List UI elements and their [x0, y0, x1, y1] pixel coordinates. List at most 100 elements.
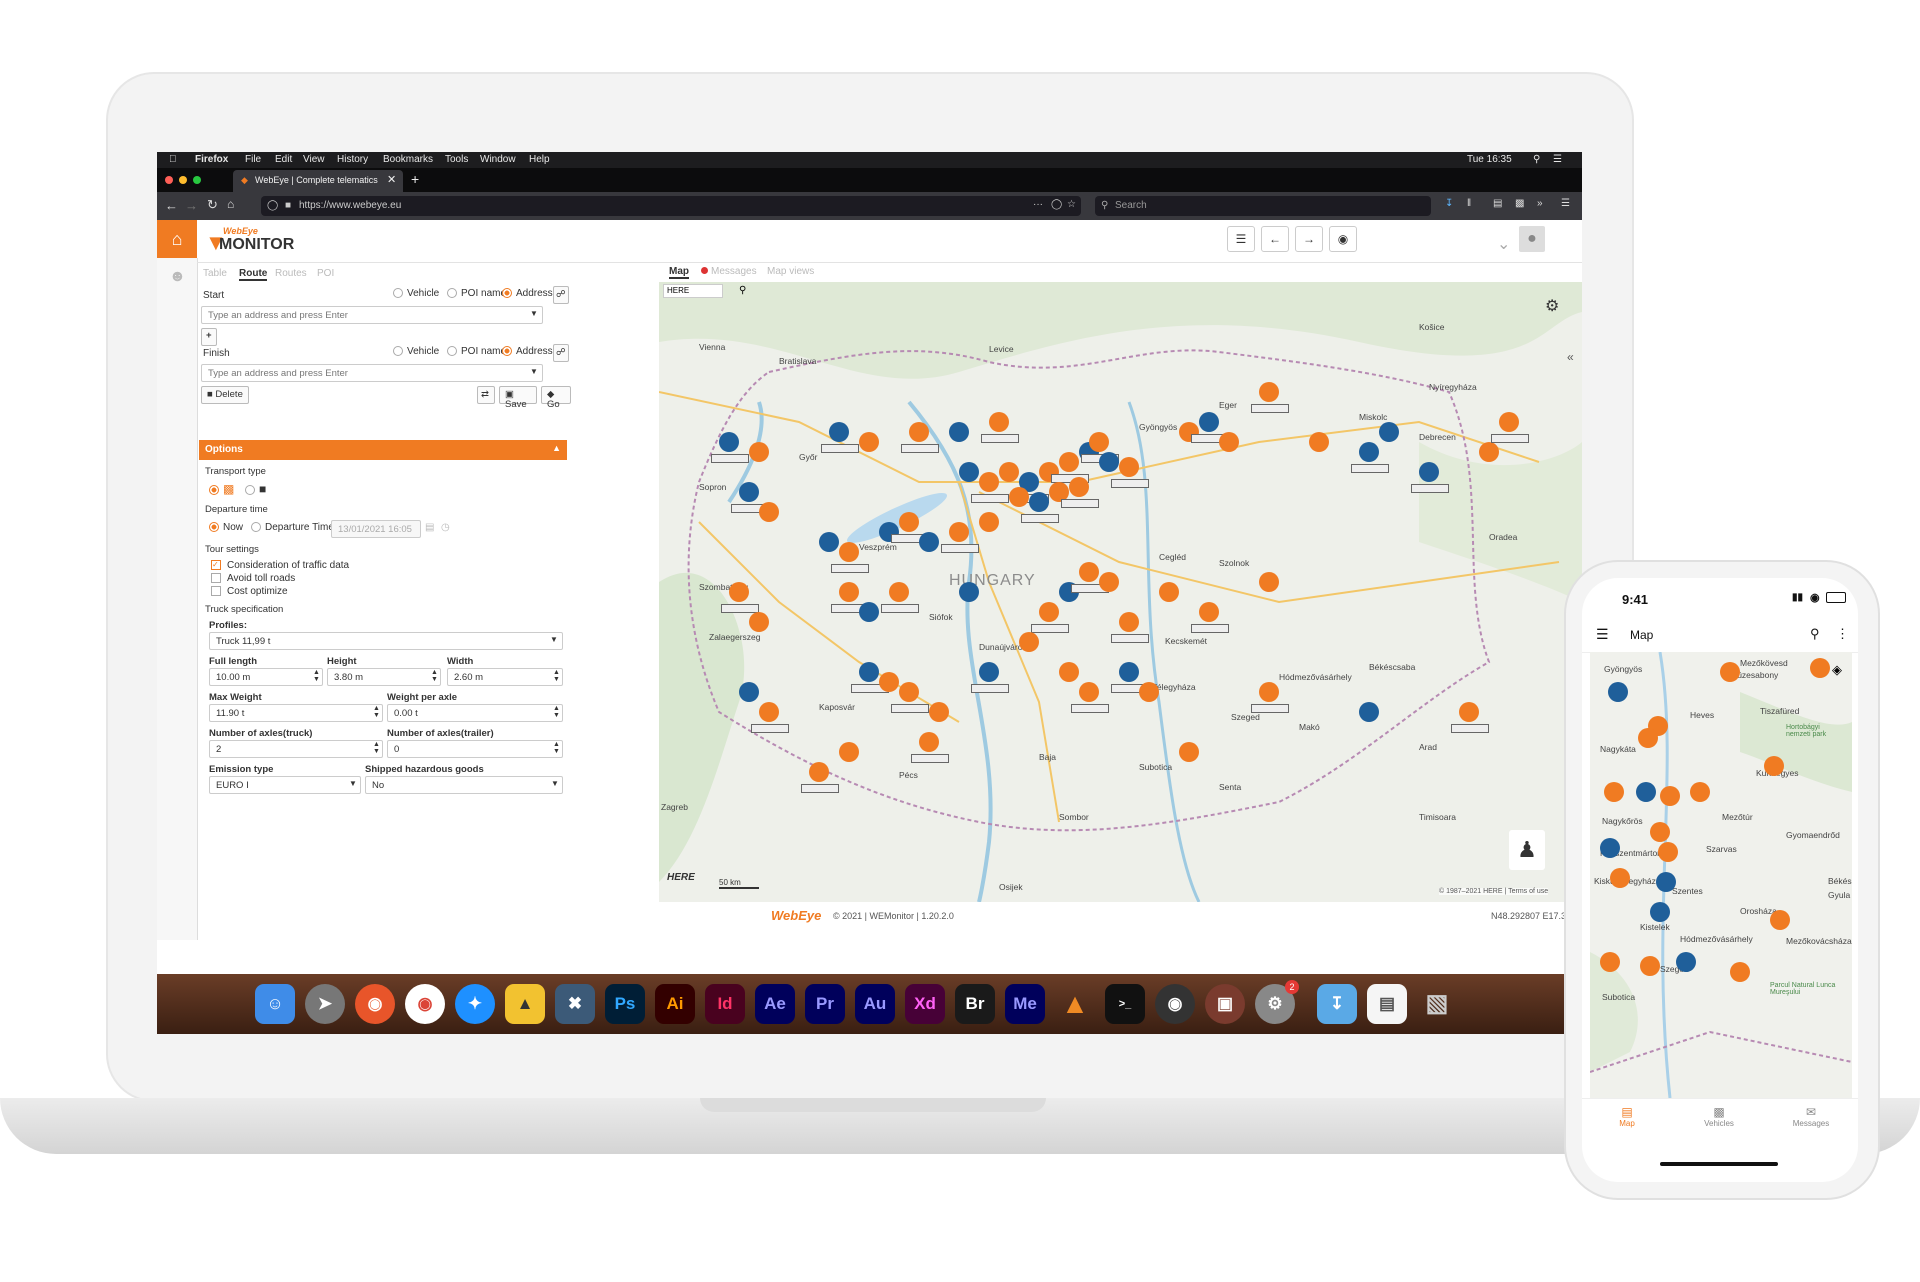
after-effects-icon[interactable]: Ae	[755, 984, 795, 1024]
vehicle-marker-icon[interactable]	[1309, 432, 1329, 452]
vehicle-label-tag[interactable]	[1021, 514, 1059, 523]
safari-icon[interactable]: ✦	[455, 984, 495, 1024]
menu-view[interactable]: View	[303, 154, 325, 165]
finish-radio-vehicle[interactable]: Vehicle	[393, 346, 439, 357]
downloads-folder-icon[interactable]: ↧	[1317, 984, 1357, 1024]
browser-tab[interactable]: ◆ WebEye | Complete telematics ✕	[233, 170, 403, 192]
phone-vehicle-marker-icon[interactable]	[1604, 782, 1624, 802]
finder-icon[interactable]: ☺	[255, 984, 295, 1024]
apple-icon[interactable]: 	[169, 154, 177, 165]
tab-poi[interactable]: POI	[317, 268, 334, 279]
vehicle-marker-icon[interactable]	[739, 682, 759, 702]
vehicle-label-tag[interactable]	[941, 544, 979, 553]
bookmark-star-icon[interactable]: ☆	[1067, 199, 1076, 210]
vehicle-marker-icon[interactable]	[929, 702, 949, 722]
phone-vehicle-marker-icon[interactable]	[1610, 868, 1630, 888]
vehicle-marker-icon[interactable]	[1079, 562, 1099, 582]
tab-routes[interactable]: Routes	[275, 268, 307, 279]
launchpad-icon[interactable]: ➤	[305, 984, 345, 1024]
vehicle-marker-icon[interactable]	[1219, 432, 1239, 452]
vehicle-marker-icon[interactable]	[809, 762, 829, 782]
vehicle-marker-icon[interactable]	[919, 732, 939, 752]
menu-edit[interactable]: Edit	[275, 154, 292, 165]
forward-button[interactable]: →	[1295, 226, 1323, 252]
vehicle-marker-icon[interactable]	[1029, 492, 1049, 512]
vehicle-marker-icon[interactable]	[949, 522, 969, 542]
vehicle-marker-icon[interactable]	[1259, 382, 1279, 402]
vehicle-marker-icon[interactable]	[1009, 487, 1029, 507]
map-search-icon[interactable]: ⚲	[739, 285, 746, 296]
minimize-window-icon[interactable]	[179, 176, 187, 184]
axles-trailer-stepper-icon[interactable]: ▲ ▼	[553, 741, 560, 755]
transport-truck-option[interactable]: ▩	[209, 482, 234, 496]
layers-icon[interactable]: ◈	[1832, 662, 1842, 678]
emission-select[interactable]: EURO I	[209, 776, 361, 794]
full-length-stepper-icon[interactable]: ▲ ▼	[313, 669, 320, 683]
vehicle-marker-icon[interactable]	[1059, 452, 1079, 472]
vehicle-label-tag[interactable]	[821, 444, 859, 453]
vehicle-marker-icon[interactable]	[759, 702, 779, 722]
delete-button[interactable]: ■ Delete	[201, 386, 249, 404]
vehicle-marker-icon[interactable]	[1119, 612, 1139, 632]
go-button[interactable]: ◆ Go	[541, 386, 571, 410]
trash-icon[interactable]: ▧	[1417, 984, 1457, 1024]
list-button[interactable]: ☰	[1227, 226, 1255, 252]
new-tab-icon[interactable]: +	[411, 171, 419, 187]
start-radio-vehicle[interactable]: Vehicle	[393, 288, 439, 299]
vehicle-label-tag[interactable]	[1111, 479, 1149, 488]
photoshop-icon[interactable]: Ps	[605, 984, 645, 1024]
vehicle-marker-icon[interactable]	[959, 462, 979, 482]
hazardous-select[interactable]: No	[365, 776, 563, 794]
width-input[interactable]: 2.60 m	[447, 668, 563, 686]
options-header[interactable]: Options ▲	[199, 440, 567, 460]
finish-address-input[interactable]: Type an address and press Enter	[201, 364, 543, 382]
phone-vehicle-marker-icon[interactable]	[1658, 842, 1678, 862]
vehicle-label-tag[interactable]	[981, 434, 1019, 443]
library-icon[interactable]: ‖	[1467, 198, 1471, 209]
back-icon[interactable]: ←	[165, 198, 178, 213]
vehicle-marker-icon[interactable]	[909, 422, 929, 442]
profile-dropdown-icon[interactable]: ▼	[550, 635, 558, 644]
start-radio-poi[interactable]: POI name	[447, 288, 506, 299]
vehicle-marker-icon[interactable]	[979, 512, 999, 532]
menu-icon[interactable]: ☰	[1561, 198, 1570, 209]
vehicle-marker-icon[interactable]	[839, 582, 859, 602]
clock-icon[interactable]: ◷	[441, 522, 450, 533]
vehicle-marker-icon[interactable]	[1259, 572, 1279, 592]
vehicle-marker-icon[interactable]	[1379, 422, 1399, 442]
tab-table[interactable]: Table	[203, 268, 227, 279]
vehicle-label-tag[interactable]	[1351, 464, 1389, 473]
vehicle-marker-icon[interactable]	[879, 672, 899, 692]
forward-icon[interactable]: →	[185, 198, 198, 213]
phone-vehicle-marker-icon[interactable]	[1730, 962, 1750, 982]
width-stepper-icon[interactable]: ▲ ▼	[553, 669, 560, 683]
vehicle-label-tag[interactable]	[971, 494, 1009, 503]
nav-vehicles[interactable]: ▩ Vehicles	[1694, 1105, 1744, 1128]
finish-radio-address[interactable]: Address	[502, 346, 553, 357]
map-copyright[interactable]: © 1987–2021 HERE | Terms of use	[1439, 888, 1549, 895]
vehicle-marker-icon[interactable]	[819, 532, 839, 552]
vehicle-marker-icon[interactable]	[729, 582, 749, 602]
phone-search-icon[interactable]: ⚲	[1810, 626, 1820, 642]
vehicle-marker-icon[interactable]	[759, 502, 779, 522]
media-encoder-icon[interactable]: Me	[1005, 984, 1045, 1024]
chevron-down-icon[interactable]: ⌄	[1497, 234, 1510, 254]
vehicle-marker-icon[interactable]	[1259, 682, 1279, 702]
bridge-icon[interactable]: Br	[955, 984, 995, 1024]
finish-dropdown-icon[interactable]: ▼	[530, 367, 538, 376]
phone-vehicle-marker-icon[interactable]	[1638, 728, 1658, 748]
globe-button[interactable]: ◉	[1329, 226, 1357, 252]
vehicle-label-tag[interactable]	[1251, 404, 1289, 413]
vehicle-marker-icon[interactable]	[899, 512, 919, 532]
vehicle-label-tag[interactable]	[911, 754, 949, 763]
reload-icon[interactable]: ↻	[207, 197, 218, 213]
vehicle-marker-icon[interactable]	[1359, 442, 1379, 462]
phone-map[interactable]: Gyöngyös Mezőkövesd Füzesabony Heves Tis…	[1590, 652, 1852, 1098]
vehicle-marker-icon[interactable]	[1139, 682, 1159, 702]
phone-vehicle-marker-icon[interactable]	[1676, 952, 1696, 972]
vehicle-label-tag[interactable]	[901, 444, 939, 453]
phone-vehicle-marker-icon[interactable]	[1650, 822, 1670, 842]
menubar-clock[interactable]: Tue 16:35	[1467, 154, 1512, 165]
vehicle-marker-icon[interactable]	[919, 532, 939, 552]
menu-file[interactable]: File	[245, 154, 261, 165]
